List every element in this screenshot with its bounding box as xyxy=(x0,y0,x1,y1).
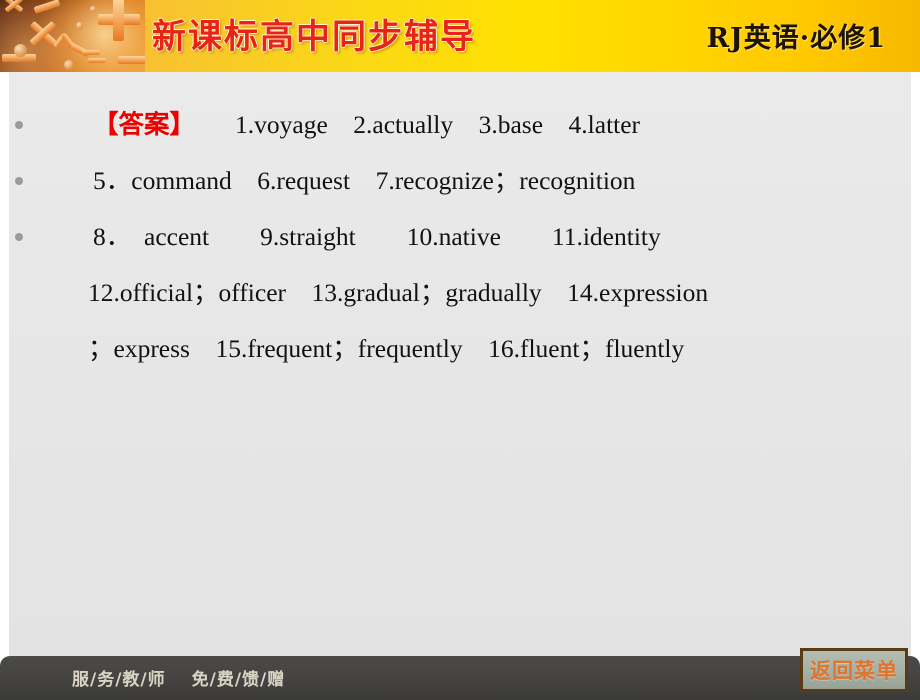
answer-line-text: ；express 15.frequent；frequently 16.fluen… xyxy=(88,334,685,363)
footer-bar: 服/务/教/师 免/费/馈/赠 返回菜单 xyxy=(0,648,920,700)
return-to-menu-label: 返回菜单 xyxy=(810,659,898,683)
footer-slogan-right: 免/费/馈/赠 xyxy=(191,670,286,690)
answer-list: 【答案】 1.voyage 2.actually 3.base 4.latter … xyxy=(9,100,911,380)
footer-slogan: 服/务/教/师 免/费/馈/赠 xyxy=(72,665,285,690)
bullet-icon xyxy=(15,177,23,185)
bullet-icon xyxy=(15,121,23,129)
header-subject-label: RJ英语·必修1 xyxy=(706,23,886,54)
answer-line: 【答案】 1.voyage 2.actually 3.base 4.latter xyxy=(9,100,911,150)
bullet-icon xyxy=(15,233,23,241)
slide: 新课标高中同步辅导 RJ英语·必修1 【答案】 1.voyage 2.actual… xyxy=(0,0,920,700)
header-banner: 新课标高中同步辅导 RJ英语·必修1 xyxy=(0,0,920,72)
answer-label: 【答案】 xyxy=(93,110,196,140)
answer-line: 8． accent 9.straight 10.native 11.identi… xyxy=(9,212,911,262)
math-symbols-artwork xyxy=(0,0,145,72)
answer-line: 5．command 6.request 7.recognize；recognit… xyxy=(9,156,911,206)
slide-body: 【答案】 1.voyage 2.actually 3.base 4.latter … xyxy=(0,72,920,656)
footer-slogan-left: 服/务/教/师 xyxy=(72,670,166,690)
return-to-menu-button[interactable]: 返回菜单 xyxy=(800,648,908,692)
answer-line-text: 12.official；officer 13.gradual；gradually… xyxy=(88,278,709,307)
answer-line: ；express 15.frequent；frequently 16.fluen… xyxy=(9,324,911,374)
header-title: 新课标高中同步辅导 xyxy=(152,17,476,57)
content-canvas: 【答案】 1.voyage 2.actually 3.base 4.latter … xyxy=(9,72,911,656)
answer-line-text: 5．command 6.request 7.recognize；recognit… xyxy=(93,166,636,195)
answer-line-text: 8． accent 9.straight 10.native 11.identi… xyxy=(93,222,661,251)
answer-line: 12.official；officer 13.gradual；gradually… xyxy=(9,268,911,318)
answer-line-text: 1.voyage 2.actually 3.base 4.latter xyxy=(235,110,641,139)
